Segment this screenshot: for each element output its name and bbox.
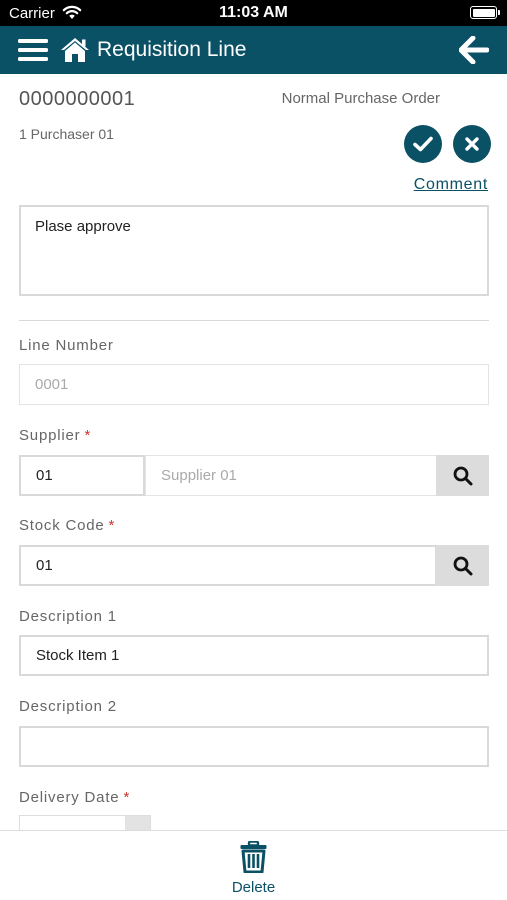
approve-button[interactable] [404,125,442,163]
delete-button-label[interactable]: Delete [0,879,507,896]
back-arrow-icon[interactable] [458,35,490,65]
line-number-value: 0001 [35,376,69,393]
comment-textarea[interactable]: Plase approve [19,205,489,296]
search-icon [453,466,472,485]
description-2-label: Description 2 [19,698,117,715]
search-icon [453,556,472,575]
supplier-name-field: Supplier 01 [145,455,437,496]
description-1-input[interactable]: Stock Item 1 [19,635,489,676]
delivery-date-label-text: Delivery Date [19,789,120,806]
stock-code-value: 01 [36,557,53,574]
requisition-number: 0000000001 [19,88,136,110]
supplier-label-text: Supplier [19,427,81,444]
line-number-label: Line Number [19,337,114,354]
check-icon [413,136,433,152]
nav-bar: Requisition Line [0,26,507,74]
battery-icon [470,6,497,19]
stock-code-input[interactable]: 01 [19,545,437,586]
home-icon[interactable] [60,37,90,63]
delivery-date-label: Delivery Date * [19,789,130,806]
supplier-label: Supplier * [19,427,91,444]
battery-tip [498,10,500,15]
stock-code-label-text: Stock Code [19,517,105,534]
section-divider [19,320,489,321]
clock: 11:03 AM [219,4,288,21]
required-marker: * [84,427,92,444]
page-title: Requisition Line [97,38,247,61]
description-2-label-text: Description 2 [19,698,117,715]
menu-icon[interactable] [18,39,48,61]
stock-code-search-button[interactable] [436,545,489,586]
close-icon [465,137,479,151]
status-bar: Carrier 11:03 AM [0,0,507,26]
order-type: Normal Purchase Order [281,90,440,107]
description-1-label-text: Description 1 [19,608,117,625]
reject-button[interactable] [453,125,491,163]
trash-icon[interactable] [240,840,267,874]
description-1-value: Stock Item 1 [36,647,120,664]
line-number-label-text: Line Number [19,337,114,354]
required-marker: * [108,517,116,534]
description-1-label: Description 1 [19,608,117,625]
battery-level-fill [472,8,495,17]
supplier-code-input[interactable]: 01 [19,455,145,496]
line-number-field: 0001 [19,364,489,405]
required-marker: * [123,789,131,806]
bottom-toolbar: Delete [0,830,507,900]
supplier-search-button[interactable] [436,455,489,496]
comment-link[interactable]: Comment [414,176,488,194]
stock-code-label: Stock Code * [19,517,115,534]
supplier-code-value: 01 [36,467,53,484]
supplier-name-value: Supplier 01 [161,467,237,484]
purchaser: 1 Purchaser 01 [19,126,114,142]
description-2-input[interactable] [19,726,489,767]
